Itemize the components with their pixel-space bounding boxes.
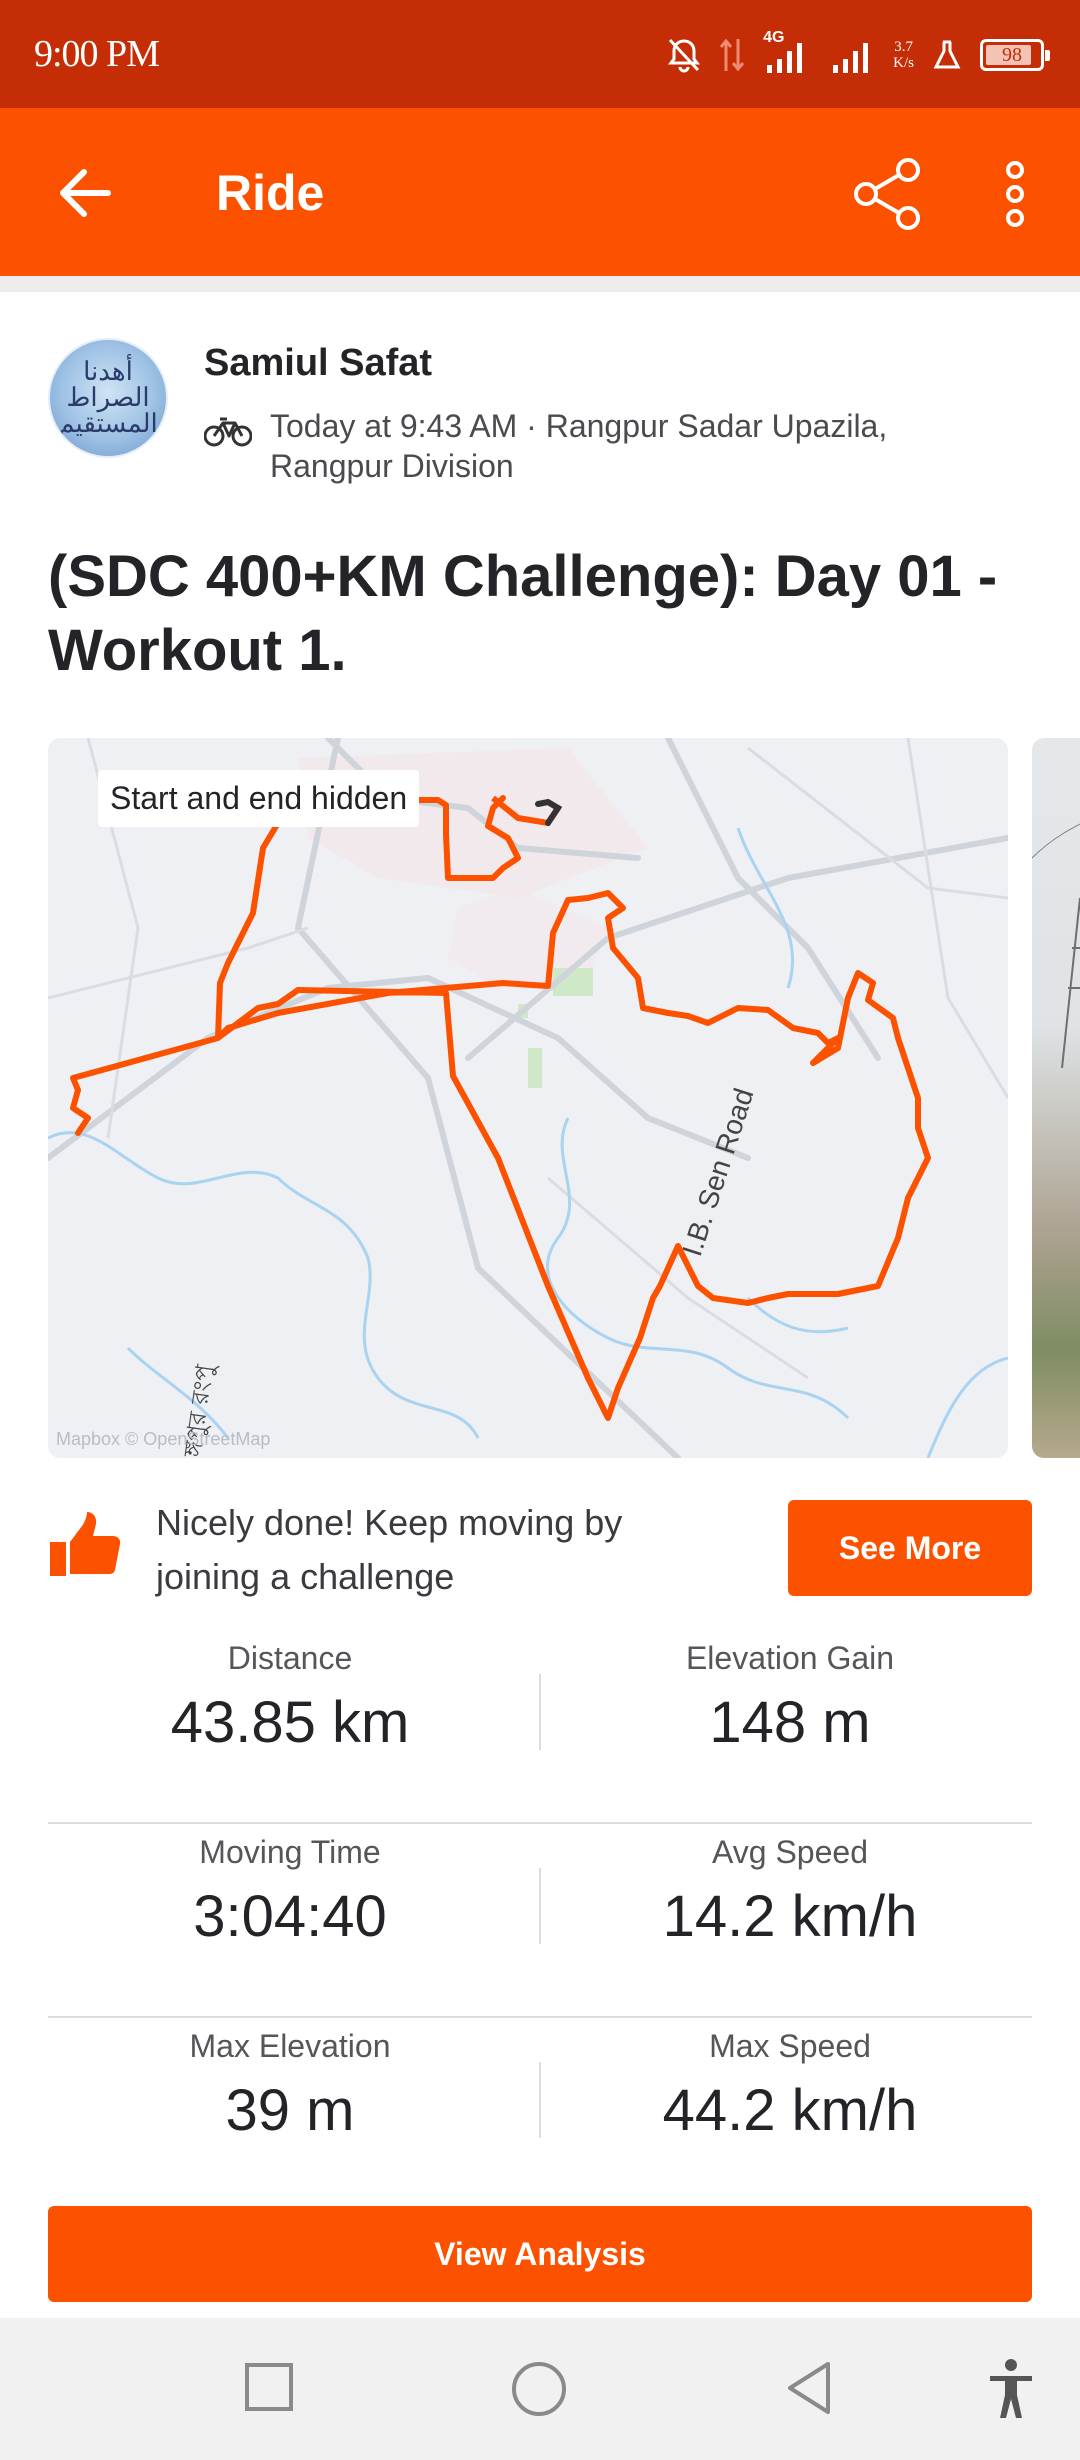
status-icons: 4G 3.7 K/s 98 bbox=[667, 29, 1050, 80]
see-more-button[interactable]: See More bbox=[788, 1500, 1032, 1596]
stat-divider bbox=[539, 1674, 541, 1750]
home-circle-icon[interactable] bbox=[510, 2360, 568, 2418]
status-bar: 9:00 PM 4G 3.7 K/s 98 bbox=[0, 0, 1080, 108]
stat-divider bbox=[539, 1868, 541, 1944]
thumbs-up-icon bbox=[50, 1512, 121, 1576]
battery-icon: 98 bbox=[980, 39, 1050, 71]
stat-value: 39 m bbox=[225, 2078, 355, 2143]
stat-label: Max Elevation bbox=[189, 2028, 391, 2064]
activity-meta: Today at 9:43 AM · Rangpur Sadar Upazila… bbox=[270, 408, 888, 484]
challenge-prompt-text: Nicely done! Keep moving by joining a ch… bbox=[156, 1502, 623, 1597]
pylon-photo bbox=[1032, 823, 1080, 1069]
map-privacy-badge: Start and end hidden bbox=[98, 770, 420, 827]
stat-label: Max Speed bbox=[709, 2028, 871, 2064]
activity-photo-thumbnail[interactable] bbox=[1032, 738, 1080, 1458]
stats-grid: Distance 43.85 km Elevation Gain 148 m M… bbox=[48, 1630, 1032, 2212]
accessibility-icon[interactable] bbox=[986, 2358, 1036, 2420]
route-map[interactable]: I.B. Sen Road ঙ্গপুর রংপু Start and end … bbox=[48, 738, 1008, 1458]
bicycle-icon bbox=[204, 417, 252, 447]
data-arrows-icon bbox=[720, 38, 745, 72]
stat-moving-time: Moving Time 3:04:40 bbox=[48, 1824, 532, 1950]
avatar-calligraphy: أهدنا الصراط المستقيم bbox=[58, 357, 158, 439]
stat-max-speed: Max Speed 44.2 km/h bbox=[548, 2018, 1032, 2144]
stat-value: 44.2 km/h bbox=[662, 2078, 918, 2143]
recents-square-icon[interactable] bbox=[244, 2362, 294, 2412]
stat-distance: Distance 43.85 km bbox=[48, 1630, 532, 1756]
stat-max-elevation: Max Elevation 39 m bbox=[48, 2018, 532, 2144]
map-canvas: I.B. Sen Road ঙ্গপুর রংপু bbox=[48, 738, 1008, 1458]
app-bar: Ride bbox=[0, 108, 1080, 276]
system-nav-bar bbox=[0, 2318, 1080, 2460]
battery-level: 98 bbox=[1002, 43, 1022, 66]
flask-icon bbox=[933, 40, 961, 69]
share-icon[interactable] bbox=[850, 156, 926, 232]
stats-row: Distance 43.85 km Elevation Gain 148 m bbox=[48, 1630, 1032, 1824]
stat-label: Elevation Gain bbox=[685, 1640, 895, 1676]
map-credit[interactable]: Mapbox © OpenStreetMap bbox=[56, 1429, 270, 1450]
separator bbox=[0, 276, 1080, 292]
road-label-ib-sen: I.B. Sen Road bbox=[676, 1084, 759, 1259]
athlete-name[interactable]: Samiul Safat bbox=[204, 342, 432, 385]
status-time: 9:00 PM bbox=[34, 33, 160, 75]
signal-icon: 4G bbox=[763, 29, 813, 75]
view-analysis-button[interactable]: View Analysis bbox=[48, 2206, 1032, 2302]
stat-value: 14.2 km/h bbox=[662, 1884, 918, 1949]
stat-value: 148 m bbox=[709, 1690, 871, 1755]
stat-avg-speed: Avg Speed 14.2 km/h bbox=[548, 1824, 1032, 1950]
more-vertical-icon[interactable] bbox=[990, 156, 1040, 232]
page-title: Ride bbox=[216, 165, 325, 221]
stat-label: Distance bbox=[227, 1640, 353, 1676]
stats-row: Max Elevation 39 m Max Speed 44.2 km/h bbox=[48, 2018, 1032, 2212]
stat-label: Moving Time bbox=[199, 1834, 381, 1870]
stat-divider bbox=[539, 2062, 541, 2138]
network-speed: 3.7 K/s bbox=[893, 39, 914, 71]
avatar[interactable]: أهدنا الصراط المستقيم bbox=[48, 338, 168, 458]
activity-title: (SDC 400+KM Challenge): Day 01 - Workout… bbox=[48, 544, 998, 683]
stat-value: 3:04:40 bbox=[193, 1884, 387, 1949]
stat-value: 43.85 km bbox=[170, 1690, 410, 1755]
back-arrow-icon[interactable] bbox=[50, 158, 120, 228]
signal-icon-2 bbox=[833, 43, 869, 73]
stat-label: Avg Speed bbox=[712, 1834, 868, 1870]
stats-row: Moving Time 3:04:40 Avg Speed 14.2 km/h bbox=[48, 1824, 1032, 2018]
stat-elevation-gain: Elevation Gain 148 m bbox=[548, 1630, 1032, 1756]
back-triangle-icon[interactable] bbox=[784, 2360, 834, 2416]
bell-muted-icon bbox=[668, 38, 701, 73]
